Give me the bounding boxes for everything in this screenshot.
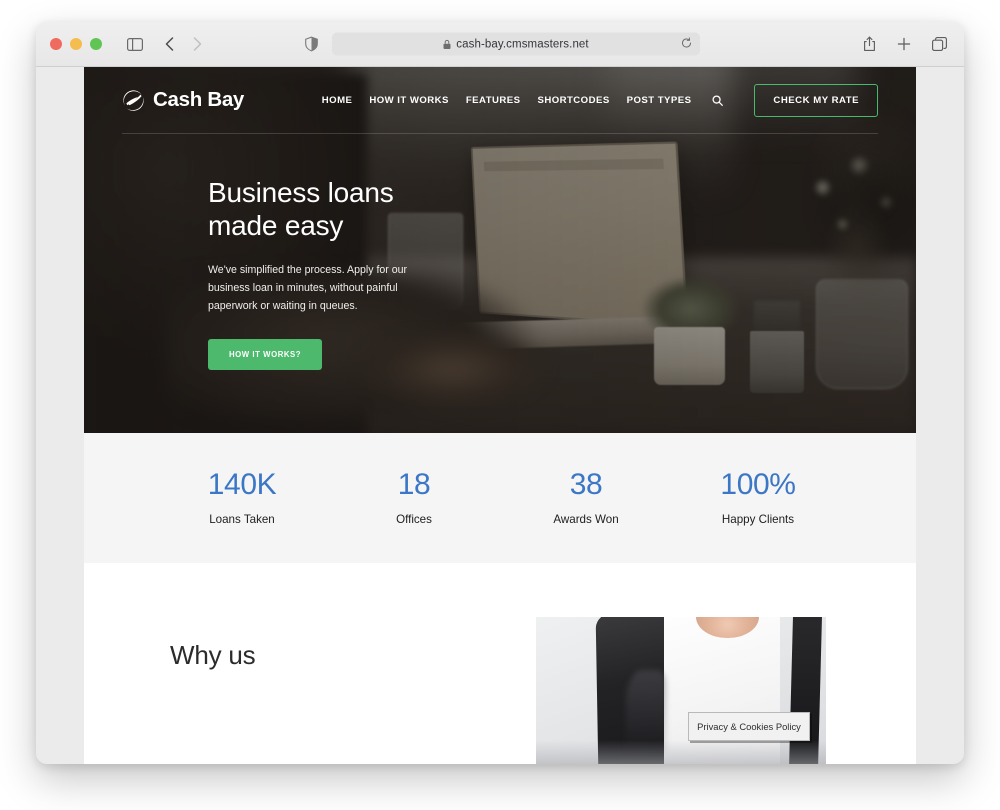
hero-subtitle: We've simplified the process. Apply for …: [208, 263, 408, 312]
why-us-title: Why us: [170, 640, 256, 670]
stat-awards-won: 38 Awards Won: [500, 468, 672, 527]
desktop-background: cash-bay.cmsmasters.net Cash Bay HOME HO…: [0, 0, 1000, 810]
stat-label: Loans Taken: [209, 513, 275, 526]
search-icon[interactable]: [712, 94, 724, 106]
address-bar-content: cash-bay.cmsmasters.net: [341, 38, 691, 50]
nav-item-how-it-works[interactable]: HOW IT WORKS: [369, 95, 448, 106]
main-navigation: HOME HOW IT WORKS FEATURES SHORTCODES PO…: [322, 83, 878, 117]
browser-toolbar: cash-bay.cmsmasters.net: [36, 22, 964, 67]
hero-title-line-1: Business loans: [208, 177, 394, 208]
site-header: Cash Bay HOME HOW IT WORKS FEATURES SHOR…: [84, 67, 916, 133]
safari-browser-window: cash-bay.cmsmasters.net Cash Bay HOME HO…: [36, 22, 964, 764]
hero-title-line-2: made easy: [208, 209, 344, 241]
stat-value: 140K: [207, 468, 277, 501]
address-bar[interactable]: cash-bay.cmsmasters.net: [332, 32, 700, 56]
lock-icon: [443, 39, 451, 49]
swoosh-circle-logo-icon: [123, 89, 144, 111]
nav-item-home[interactable]: HOME: [322, 95, 353, 106]
nav-item-shortcodes[interactable]: SHORTCODES: [537, 95, 609, 106]
stat-value: 18: [397, 468, 431, 501]
minimize-window-button[interactable]: [70, 38, 82, 50]
stat-happy-clients: 100% Happy Clients: [672, 468, 844, 527]
plus-icon[interactable]: [893, 33, 915, 55]
cookie-policy-text: Privacy & Cookies Policy: [697, 721, 801, 732]
nav-item-post-types[interactable]: POST TYPES: [627, 95, 692, 106]
logo-text: Cash Bay: [153, 88, 245, 111]
stat-value: 100%: [720, 468, 796, 501]
stat-label: Awards Won: [553, 513, 619, 526]
tab-overview-icon[interactable]: [928, 33, 950, 55]
navigation-arrows: [158, 33, 208, 55]
stats-section: 140K Loans Taken 18 Offices 38 Awards Wo…: [84, 433, 916, 563]
address-bar-area: cash-bay.cmsmasters.net: [300, 32, 700, 56]
share-icon[interactable]: [858, 33, 880, 55]
header-divider: [122, 133, 878, 134]
sidebar-toggle-icon[interactable]: [124, 33, 146, 55]
reload-icon[interactable]: [681, 35, 692, 53]
hero-title: Business loans made easy: [208, 177, 538, 243]
hero-content: Business loans made easy We've simplifie…: [208, 177, 538, 371]
url-text: cash-bay.cmsmasters.net: [456, 38, 589, 50]
website-page: Cash Bay HOME HOW IT WORKS FEATURES SHOR…: [84, 67, 916, 764]
why-us-photo: [536, 617, 826, 764]
how-it-works-button[interactable]: HOW IT WORKS?: [208, 339, 323, 371]
stat-label: Offices: [396, 513, 432, 526]
cookie-policy-banner[interactable]: Privacy & Cookies Policy: [688, 712, 810, 741]
stat-label: Happy Clients: [721, 513, 795, 526]
window-controls: [50, 38, 102, 50]
stat-value: 38: [569, 468, 603, 501]
browser-viewport: Cash Bay HOME HOW IT WORKS FEATURES SHOR…: [36, 67, 964, 764]
close-window-button[interactable]: [50, 38, 62, 50]
toolbar-right-icons: [858, 33, 950, 55]
hero-section: Cash Bay HOME HOW IT WORKS FEATURES SHOR…: [84, 67, 916, 433]
check-my-rate-button[interactable]: CHECK MY RATE: [754, 83, 878, 117]
forward-arrow-icon: [186, 33, 208, 55]
zoom-window-button[interactable]: [90, 38, 102, 50]
stat-loans-taken: 140K Loans Taken: [156, 468, 328, 527]
privacy-shield-icon[interactable]: [300, 33, 322, 55]
site-logo[interactable]: Cash Bay: [122, 88, 244, 112]
back-arrow-icon[interactable]: [158, 33, 180, 55]
stat-offices: 18 Offices: [328, 468, 500, 527]
nav-item-features[interactable]: FEATURES: [466, 95, 521, 106]
